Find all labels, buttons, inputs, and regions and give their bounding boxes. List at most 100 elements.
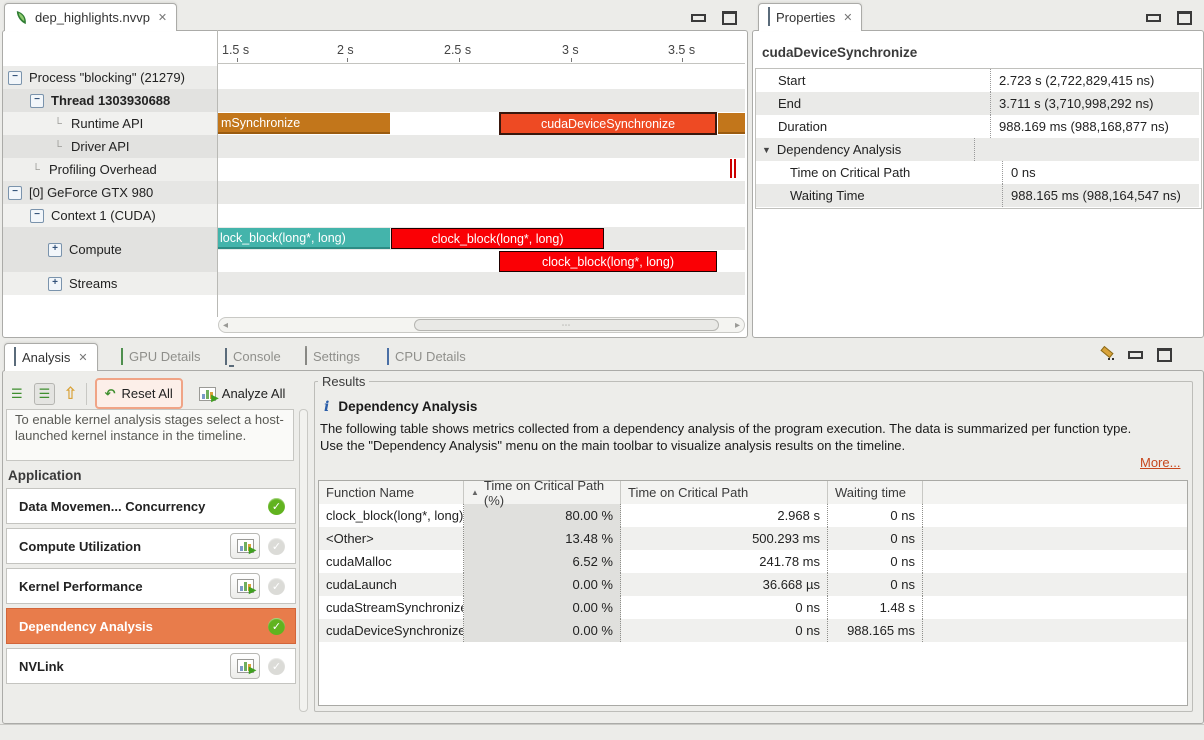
- ruler-tick-label: 1.5 s: [222, 43, 249, 57]
- close-icon[interactable]: ✕: [843, 11, 852, 24]
- analysis-card-nvlink[interactable]: NVLink ▶ ✓: [6, 648, 296, 684]
- analysis-panel-scrollbar[interactable]: [299, 409, 308, 712]
- tab-gpu-details[interactable]: GPU Details: [112, 343, 210, 370]
- cell-function-name: cudaStreamSynchronize: [319, 596, 464, 619]
- pending-check-icon: ✓: [268, 578, 285, 595]
- expand-icon[interactable]: +: [48, 243, 62, 257]
- column-header-function-name[interactable]: Function Name: [319, 481, 464, 504]
- console-tab-label: Console: [233, 349, 281, 364]
- maximize-icon[interactable]: [1157, 348, 1172, 362]
- run-analysis-button[interactable]: ▶: [230, 653, 260, 679]
- analyze-all-button[interactable]: ▶ Analyze All: [191, 380, 294, 407]
- tab-console[interactable]: Console: [216, 343, 290, 370]
- bar-chart-icon: ▶: [237, 659, 254, 673]
- tree-row-context[interactable]: − Context 1 (CUDA): [0, 204, 247, 227]
- properties-row: End 3.711 s (3,710,998,292 ns): [756, 92, 1199, 115]
- property-label: End: [756, 96, 990, 111]
- expander-down-icon[interactable]: ▼: [762, 145, 771, 155]
- cell-function-name: cudaDeviceSynchronize: [319, 619, 464, 642]
- expand-icon[interactable]: +: [48, 277, 62, 291]
- tree-row-label: Streams: [69, 276, 117, 291]
- collapse-icon[interactable]: −: [8, 186, 22, 200]
- close-icon[interactable]: ✕: [78, 351, 87, 364]
- property-value: [974, 138, 1199, 161]
- collapse-icon[interactable]: −: [30, 94, 44, 108]
- timeline-bar-clock-block-1[interactable]: clock_block(long*, long): [391, 228, 604, 249]
- properties-row-dependency-analysis: ▼ Dependency Analysis: [756, 138, 1199, 161]
- reset-all-button[interactable]: ↶ Reset All: [95, 378, 183, 409]
- cell-function-name: cudaMalloc: [319, 550, 464, 573]
- cell-waiting: 0 ns: [828, 504, 923, 527]
- profiling-overhead-tick[interactable]: [730, 159, 732, 178]
- timeline-row-bg: [218, 135, 745, 158]
- cell-time: 500.293 ms: [621, 527, 828, 550]
- maximize-icon[interactable]: [722, 11, 737, 25]
- timeline-h-scrollbar[interactable]: ◂ ⋯ ▸: [218, 317, 745, 333]
- kernel-analysis-notice: To enable kernel analysis stages select …: [6, 409, 294, 461]
- analysis-card-dependency-analysis[interactable]: Dependency Analysis ✓: [6, 608, 296, 644]
- timeline-bar-clock-block-selected[interactable]: lock_block(long*, long): [218, 228, 390, 249]
- tab-properties[interactable]: Properties ✕: [758, 3, 862, 31]
- properties-row: Start 2.723 s (2,722,829,415 ns): [756, 69, 1199, 92]
- flat-list-icon[interactable]: ☰: [8, 384, 26, 404]
- analysis-card-compute-utilization[interactable]: Compute Utilization ▶ ✓: [6, 528, 296, 564]
- console-icon: [225, 349, 227, 364]
- nvvp-file-icon: [14, 10, 29, 25]
- view-menu-icon[interactable]: [1100, 348, 1114, 362]
- run-analysis-button[interactable]: ▶: [230, 573, 260, 599]
- column-header-time[interactable]: Time on Critical Path: [621, 481, 828, 504]
- promote-up-icon[interactable]: ⇧: [63, 384, 77, 404]
- reset-all-label: Reset All: [121, 386, 172, 401]
- results-heading-row: i Dependency Analysis: [324, 399, 477, 415]
- timeline-window-controls: [691, 11, 737, 25]
- profiling-overhead-tick[interactable]: [734, 159, 736, 178]
- property-label: Waiting Time: [756, 188, 1002, 203]
- analysis-card-data-movement[interactable]: Data Movemen... Concurrency ✓: [6, 488, 296, 524]
- completed-check-icon: ✓: [268, 498, 285, 515]
- analysis-tab-label: Analysis: [22, 350, 70, 365]
- tree-row-profiling-overhead[interactable]: └ Profiling Overhead: [0, 158, 247, 181]
- tree-row-process[interactable]: − Process "blocking" (21279): [0, 66, 225, 89]
- timeline-bar-cuda-stream-synchronize[interactable]: mSynchronize: [218, 113, 390, 134]
- timeline-bar-cuda-stream-synchronize-2[interactable]: [718, 113, 745, 134]
- more-link[interactable]: More...: [1140, 455, 1180, 470]
- maximize-icon[interactable]: [1177, 11, 1192, 25]
- tree-row-thread[interactable]: − Thread 1303930688: [0, 89, 247, 112]
- pending-check-icon: ✓: [268, 538, 285, 555]
- column-header-time-pct[interactable]: ▲ Time on Critical Path (%): [464, 481, 621, 504]
- timeline-bar-cuda-device-synchronize[interactable]: cudaDeviceSynchronize: [499, 112, 717, 135]
- tab-timeline[interactable]: dep_highlights.nvvp ✕: [4, 3, 177, 31]
- column-header-filler: [923, 481, 1187, 504]
- column-header-waiting[interactable]: Waiting time: [828, 481, 923, 504]
- collapse-icon[interactable]: −: [8, 71, 22, 85]
- scroll-left-icon[interactable]: ◂: [223, 320, 228, 331]
- property-value: 988.169 ms (988,168,877 ns): [990, 115, 1199, 138]
- tree-row-label: Context 1 (CUDA): [51, 208, 156, 223]
- bar-chart-icon: ▶: [237, 579, 254, 593]
- run-analysis-button[interactable]: ▶: [230, 533, 260, 559]
- tree-row-gpu[interactable]: − [0] GeForce GTX 980: [0, 181, 225, 204]
- tree-row-label: Process "blocking" (21279): [29, 70, 185, 85]
- close-icon[interactable]: ✕: [158, 11, 167, 24]
- analysis-card-kernel-performance[interactable]: Kernel Performance ▶ ✓: [6, 568, 296, 604]
- analysis-card-label: Dependency Analysis: [19, 619, 268, 634]
- tab-settings[interactable]: Settings: [296, 343, 369, 370]
- minimize-icon[interactable]: [1128, 351, 1143, 359]
- grouped-list-icon[interactable]: ☰: [34, 383, 56, 405]
- collapse-icon[interactable]: −: [30, 209, 44, 223]
- timeline-bar-clock-block-2[interactable]: clock_block(long*, long): [499, 251, 717, 272]
- tree-row-streams[interactable]: + Streams: [0, 272, 265, 295]
- ruler-tick: [237, 58, 238, 62]
- minimize-icon[interactable]: [1146, 14, 1161, 22]
- tab-analysis[interactable]: Analysis ✕: [4, 343, 98, 371]
- scroll-right-icon[interactable]: ▸: [735, 320, 740, 331]
- column-header-label: Function Name: [326, 485, 414, 500]
- cell-waiting: 0 ns: [828, 527, 923, 550]
- tree-row-driver-api[interactable]: └ Driver API: [0, 135, 269, 158]
- properties-row: Time on Critical Path 0 ns: [756, 161, 1199, 184]
- cell-function-name: clock_block(long*, long): [319, 504, 464, 527]
- scrollbar-thumb[interactable]: ⋯: [414, 319, 719, 331]
- ruler-tick: [571, 58, 572, 62]
- tab-cpu-details[interactable]: CPU Details: [378, 343, 475, 370]
- minimize-icon[interactable]: [691, 14, 706, 22]
